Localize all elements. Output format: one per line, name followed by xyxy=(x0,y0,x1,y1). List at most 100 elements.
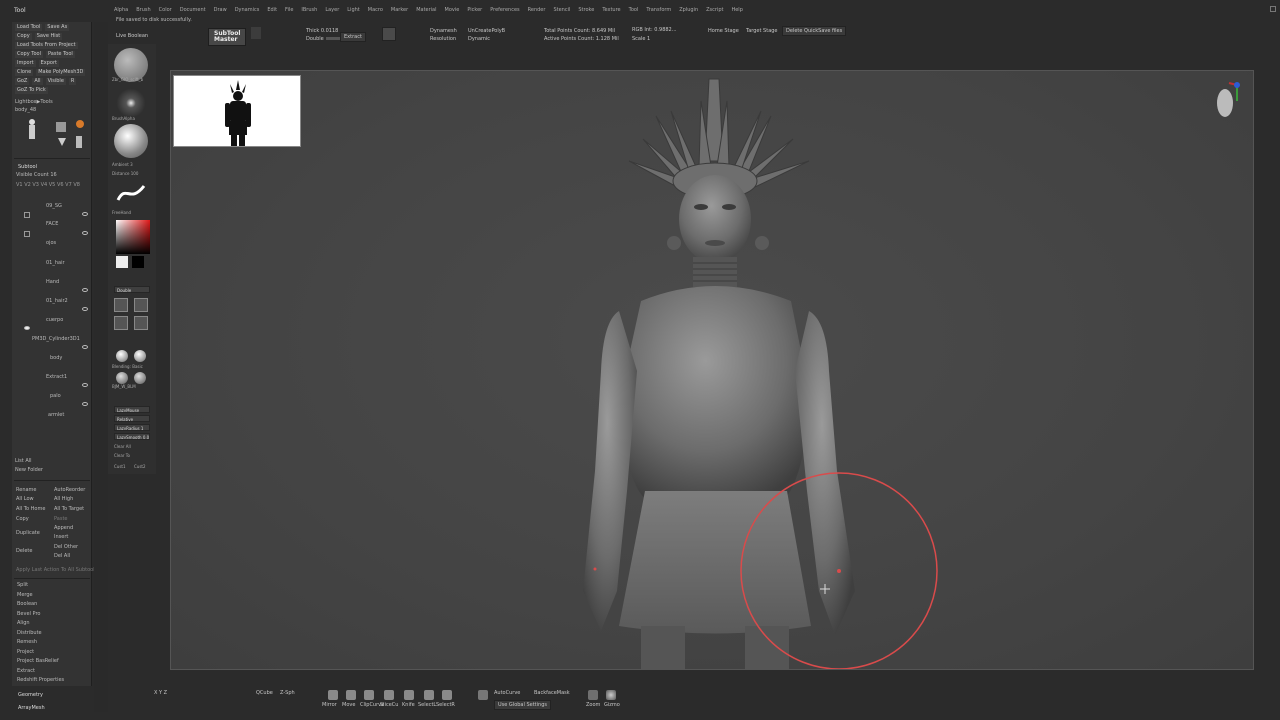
tool-name-slider[interactable]: body_48 xyxy=(15,107,36,113)
subtool-item-11[interactable]: armlet xyxy=(48,412,64,418)
lazyradius-slider[interactable]: LazyRadius 1 xyxy=(114,424,150,431)
menu-transform[interactable]: Transform xyxy=(646,7,671,13)
visibility-eye-icon[interactable] xyxy=(82,402,88,406)
clone-button[interactable]: Clone xyxy=(15,69,34,76)
knife-icon[interactable] xyxy=(404,690,414,700)
extract-menu[interactable]: Extract xyxy=(17,668,35,674)
ambient-slider[interactable]: Ambient 3 xyxy=(112,162,133,167)
geometry-menu[interactable]: Geometry xyxy=(18,692,43,698)
menu-zscript[interactable]: Zscript xyxy=(706,7,723,13)
visibility-eye-icon[interactable] xyxy=(24,326,30,330)
zsphere-button[interactable]: Z-Sph xyxy=(280,690,295,696)
backfacemask-button[interactable]: BackfaceMask xyxy=(534,690,570,696)
primary-color-swatch[interactable] xyxy=(116,256,128,268)
subtool-item-0[interactable]: 09_SG xyxy=(46,203,62,209)
subtool-item-9[interactable]: Extract1 xyxy=(46,374,67,380)
subtool-master-button[interactable]: SubTool Master xyxy=(208,28,247,46)
clear-all-button[interactable]: Clear All xyxy=(114,444,131,449)
secondary-color-swatch[interactable] xyxy=(132,256,144,268)
save-hist-button[interactable]: Save Hist xyxy=(34,33,63,40)
menu-movie[interactable]: Movie xyxy=(445,7,460,13)
menu-alpha[interactable]: Alpha xyxy=(114,7,128,13)
qcube-button[interactable]: QCube xyxy=(256,690,273,696)
visibility-eye-icon[interactable] xyxy=(82,288,88,292)
zoom-icon[interactable] xyxy=(588,690,598,700)
slice-curve-icon[interactable] xyxy=(384,690,394,700)
material-sphere[interactable] xyxy=(114,124,148,158)
lightbox-icon[interactable] xyxy=(251,27,261,39)
lightbox-tools-button[interactable]: Lightbox▶Tools xyxy=(15,99,53,105)
load-tools-from-project-button[interactable]: Load Tools From Project xyxy=(15,42,78,49)
copy-tool-button[interactable]: Copy Tool xyxy=(15,51,43,58)
polyf-icon[interactable] xyxy=(134,316,148,330)
del-other-button[interactable]: Del Other xyxy=(54,544,78,550)
subtool-item-10[interactable]: palo xyxy=(50,393,61,399)
menu-color[interactable]: Color xyxy=(159,7,172,13)
load-tool-button[interactable]: Load Tool xyxy=(15,24,43,31)
subtool-item-8[interactable]: body xyxy=(50,355,62,361)
goz-visible-button[interactable]: Visible xyxy=(45,78,66,85)
material-swatch-3[interactable] xyxy=(116,372,128,384)
remesh-menu[interactable]: Remesh xyxy=(17,639,37,645)
delete-quicksave-button[interactable]: Delete QuickSave files xyxy=(782,26,847,36)
grid-icon[interactable] xyxy=(382,27,396,41)
menu-picker[interactable]: Picker xyxy=(467,7,482,13)
relative-button[interactable]: Relative xyxy=(114,415,150,422)
goz-to-pick-button[interactable]: GoZ To Pick xyxy=(15,87,48,94)
freehand-stroke-icon[interactable] xyxy=(116,182,146,204)
clip-curve-icon[interactable] xyxy=(364,690,374,700)
move-icon[interactable] xyxy=(346,690,356,700)
menu-edit[interactable]: Edit xyxy=(267,7,277,13)
menu-brush[interactable]: Brush xyxy=(136,7,150,13)
rgb-intensity-slider[interactable]: RGB Int: 0.9882... xyxy=(632,27,677,33)
duplicate-button[interactable]: Duplicate xyxy=(16,530,40,536)
split-menu[interactable]: Split xyxy=(17,582,28,588)
del-all-button[interactable]: Del All xyxy=(54,553,70,559)
zgrid-icon[interactable] xyxy=(134,298,148,312)
visibility-eye-icon[interactable] xyxy=(82,231,88,235)
target-stage-button[interactable]: Target Stage xyxy=(746,28,778,34)
draw-grid-icon[interactable] xyxy=(114,298,128,312)
subtool-item-3[interactable]: 01_hair xyxy=(46,260,65,266)
scale-icon[interactable] xyxy=(114,316,128,330)
gizmo-icon[interactable] xyxy=(606,690,616,700)
paste-tool-button[interactable]: Paste Tool xyxy=(45,51,75,58)
menu-help[interactable]: Help xyxy=(731,7,742,13)
custom1-button[interactable]: Cust1 xyxy=(114,464,126,469)
custom2-button[interactable]: Cust2 xyxy=(134,464,146,469)
paste-subtool-button[interactable]: Paste xyxy=(54,516,68,522)
menu-marker[interactable]: Marker xyxy=(391,7,408,13)
menu-layer[interactable]: Layer xyxy=(325,7,339,13)
subtool-item-6[interactable]: cuerpo xyxy=(46,317,63,323)
select-lasso-icon[interactable] xyxy=(424,690,434,700)
visible-count-slider[interactable]: Visible Count 16 xyxy=(16,172,57,178)
all-low-button[interactable]: All Low xyxy=(16,496,34,502)
menu-stroke[interactable]: Stroke xyxy=(578,7,594,13)
scale-slider[interactable]: Scale 1 xyxy=(632,36,650,42)
folder-icon[interactable] xyxy=(24,231,30,237)
sym-toggle[interactable]: X Y Z xyxy=(154,690,167,696)
list-all-button[interactable]: List All xyxy=(15,458,32,464)
project-menu[interactable]: Project xyxy=(17,649,34,655)
material-swatch-4[interactable] xyxy=(134,372,146,384)
subtool-view-icons[interactable]: V1 V2 V3 V4 V5 V6 V7 V8 xyxy=(16,182,80,188)
window-corner-icon[interactable] xyxy=(1270,6,1276,12)
uncreatepoly-button[interactable]: UnCreatePolyB xyxy=(468,28,505,34)
menu-material[interactable]: Material xyxy=(416,7,436,13)
menu-preferences[interactable]: Preferences xyxy=(490,7,519,13)
all-to-target-button[interactable]: All To Target xyxy=(54,506,84,512)
subtool-item-1[interactable]: FACE xyxy=(46,221,58,227)
use-global-settings-button[interactable]: Use Global Settings xyxy=(494,700,551,710)
distance-slider[interactable]: Distance 100 xyxy=(112,171,138,176)
visibility-eye-icon[interactable] xyxy=(82,383,88,387)
all-high-button[interactable]: All High xyxy=(54,496,73,502)
rename-button[interactable]: Rename xyxy=(16,487,37,493)
align-menu[interactable]: Align xyxy=(17,620,30,626)
subtool-item-2[interactable]: ojos xyxy=(46,240,56,246)
goz-r-button[interactable]: R xyxy=(68,78,77,85)
menu-render[interactable]: Render xyxy=(528,7,546,13)
menu-zplugin[interactable]: Zplugin xyxy=(679,7,698,13)
navigation-gizmo[interactable] xyxy=(1209,77,1249,127)
goz-button[interactable]: GoZ xyxy=(15,78,30,85)
mask-icon[interactable] xyxy=(478,690,488,700)
